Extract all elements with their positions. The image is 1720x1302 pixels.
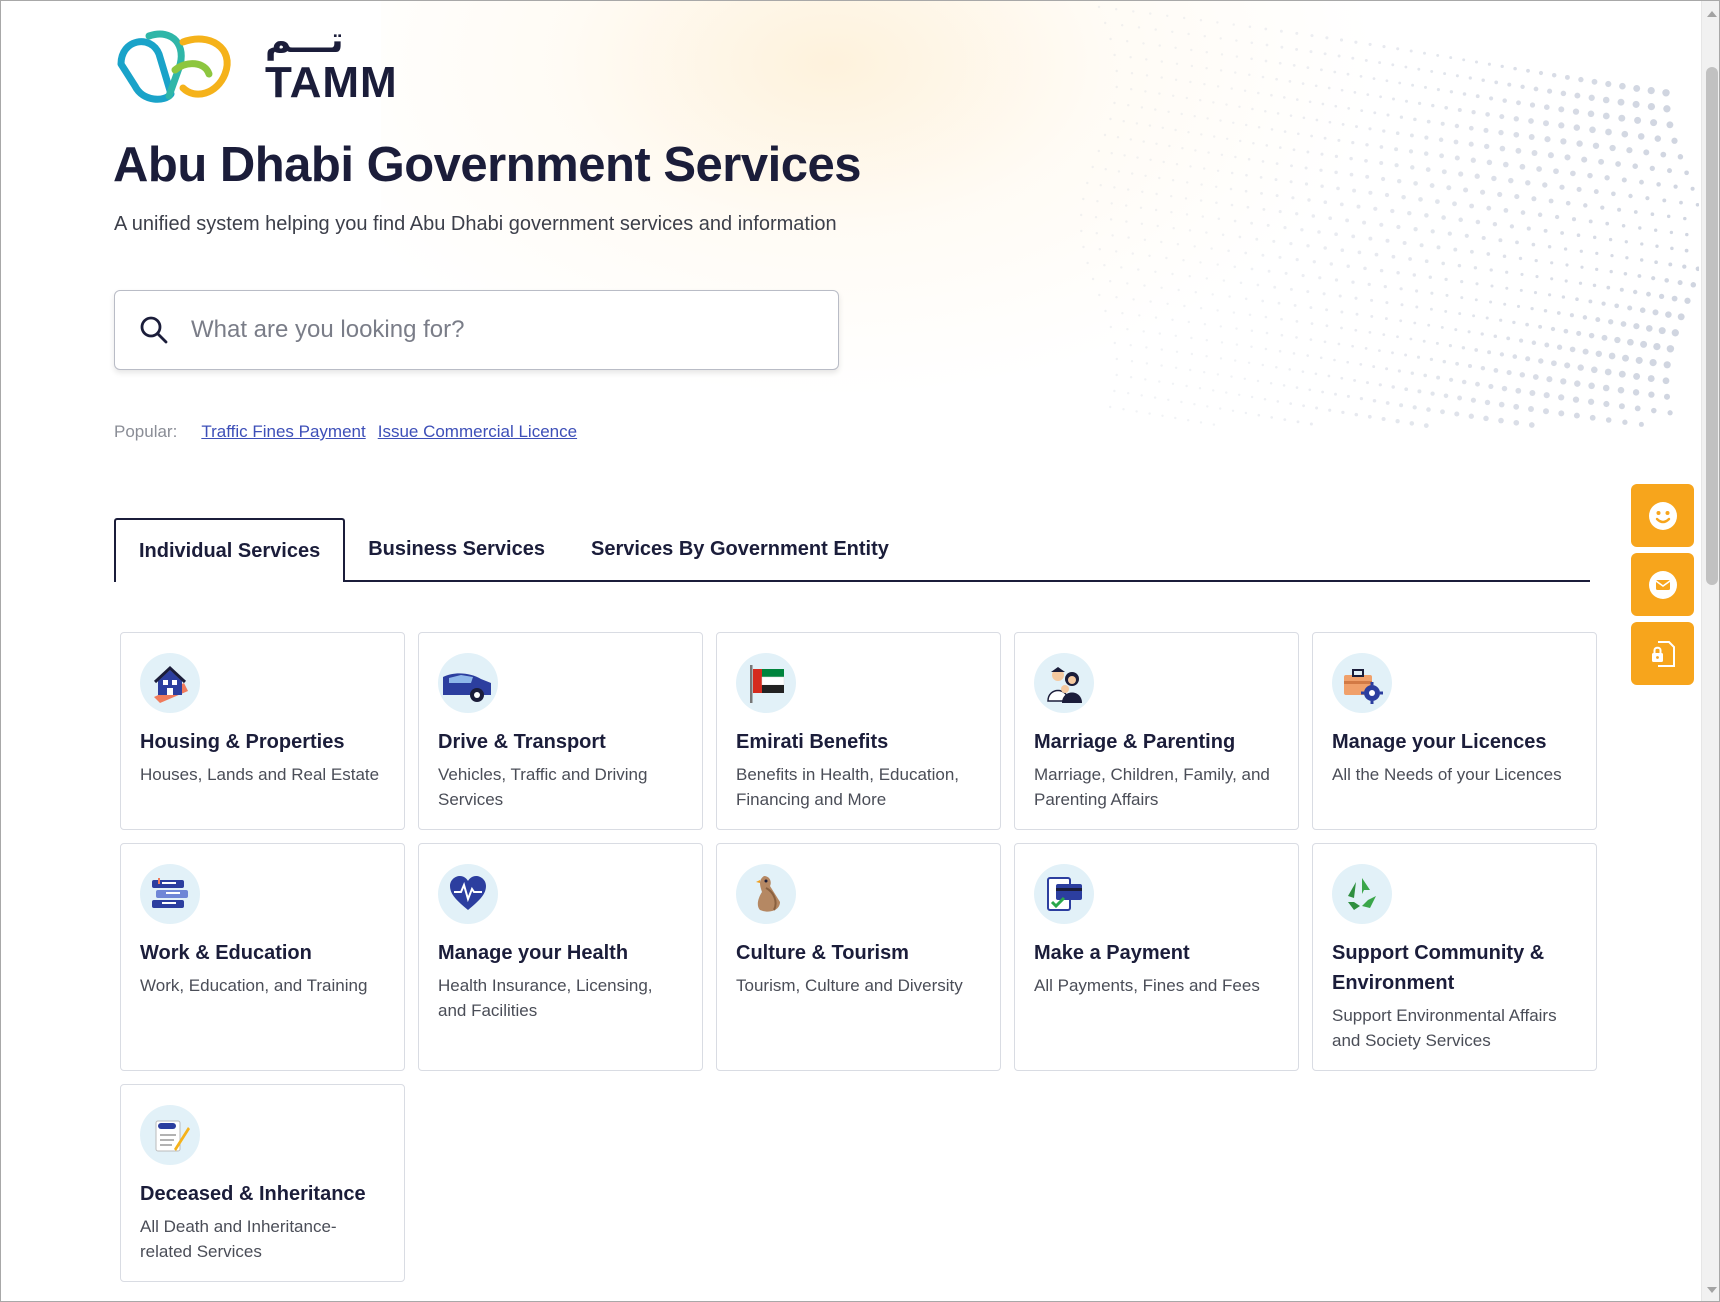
tamm-logo-mark-icon <box>117 30 231 103</box>
scrollbar-thumb[interactable] <box>1706 67 1718 585</box>
page-scrollbar[interactable] <box>1701 1 1719 1301</box>
card-title: Drive & Transport <box>438 731 606 753</box>
tamm-wordmark-arabic: تـــم <box>265 20 344 61</box>
card-marriage-parenting[interactable]: Marriage & Parenting Marriage, Children,… <box>1014 632 1299 830</box>
card-make-payment[interactable]: Make a Payment All Payments, Fines and F… <box>1014 843 1299 1071</box>
card-title: Deceased & Inheritance <box>140 1183 366 1205</box>
tamm-wordmark: تـــم TAMM <box>265 23 398 105</box>
card-description: Vehicles, Traffic and Driving Services <box>438 765 648 809</box>
family-icon <box>1034 653 1094 713</box>
tamm-wordmark-english: TAMM <box>265 58 398 107</box>
uae-flag-icon <box>736 653 796 713</box>
card-title: Emirati Benefits <box>736 731 889 753</box>
card-manage-health[interactable]: Manage your Health Health Insurance, Lic… <box>418 843 703 1071</box>
card-community-environment[interactable]: Support Community & Environment Support … <box>1312 843 1597 1071</box>
tab-business-services[interactable]: Business Services <box>345 518 568 580</box>
card-title: Culture & Tourism <box>736 942 909 964</box>
card-description: Houses, Lands and Real Estate <box>140 765 380 784</box>
card-title: Manage your Licences <box>1332 731 1547 753</box>
mail-icon <box>1648 570 1677 599</box>
card-description: Work, Education, and Training <box>140 976 368 995</box>
floating-action-buttons <box>1631 484 1694 685</box>
briefcase-gear-icon <box>1332 653 1392 713</box>
card-deceased-inheritance[interactable]: Deceased & Inheritance All Death and Inh… <box>120 1084 405 1282</box>
card-culture-tourism[interactable]: Culture & Tourism Tourism, Culture and D… <box>716 843 1001 1071</box>
contact-button[interactable] <box>1631 553 1694 616</box>
dot-pattern-decoration <box>1080 5 1699 428</box>
payment-card-icon <box>1034 864 1094 924</box>
tab-individual-services[interactable]: Individual Services <box>114 518 346 582</box>
books-icon <box>140 864 200 924</box>
search-input[interactable] <box>191 316 791 344</box>
popular-link-traffic-fines[interactable]: Traffic Fines Payment <box>201 422 365 442</box>
card-description: Health Insurance, Licensing, and Facilit… <box>438 976 653 1020</box>
falcon-icon <box>736 864 796 924</box>
tab-services-by-government-entity[interactable]: Services By Government Entity <box>568 518 912 580</box>
card-title: Work & Education <box>140 942 312 964</box>
scroll-up-arrow-icon[interactable] <box>1707 11 1717 17</box>
tamm-logo[interactable]: تـــم TAMM <box>113 23 398 105</box>
page-title: Abu Dhabi Government Services <box>113 138 861 192</box>
popular-label: Popular: <box>114 422 178 441</box>
card-description: Benefits in Health, Education, Financing… <box>736 765 960 809</box>
card-description: All Death and Inheritance-related Servic… <box>140 1217 337 1261</box>
page-subtitle: A unified system helping you find Abu Dh… <box>114 213 837 235</box>
recycle-icon <box>1332 864 1392 924</box>
card-title: Manage your Health <box>438 942 629 964</box>
popular-link-commercial-licence[interactable]: Issue Commercial Licence <box>378 422 577 442</box>
card-title: Housing & Properties <box>140 731 345 753</box>
service-tabs: Individual Services Business Services Se… <box>114 518 1590 582</box>
card-work-education[interactable]: Work & Education Work, Education, and Tr… <box>120 843 405 1071</box>
card-title: Support Community & Environment <box>1332 942 1545 994</box>
card-description: Support Environmental Affairs and Societ… <box>1332 1006 1557 1050</box>
card-description: All the Needs of your Licences <box>1332 765 1562 784</box>
page-frame: تـــم TAMM Abu Dhabi Government Services… <box>0 0 1720 1302</box>
scroll-down-arrow-icon[interactable] <box>1707 1287 1717 1293</box>
heart-pulse-icon <box>438 864 498 924</box>
card-description: Tourism, Culture and Diversity <box>736 976 963 995</box>
locked-document-icon <box>1651 640 1675 667</box>
smiley-icon <box>1648 501 1677 530</box>
house-icon <box>140 653 200 713</box>
card-description: Marriage, Children, Family, and Parentin… <box>1034 765 1270 809</box>
feedback-button[interactable] <box>1631 484 1694 547</box>
search-icon <box>140 316 168 344</box>
search-box[interactable] <box>114 290 839 370</box>
card-manage-licences[interactable]: Manage your Licences All the Needs of yo… <box>1312 632 1597 830</box>
popular-links: Popular: Traffic Fines Payment Issue Com… <box>114 422 577 442</box>
secure-documents-button[interactable] <box>1631 622 1694 685</box>
card-description: All Payments, Fines and Fees <box>1034 976 1260 995</box>
document-pen-icon <box>140 1105 200 1165</box>
card-emirati-benefits[interactable]: Emirati Benefits Benefits in Health, Edu… <box>716 632 1001 830</box>
card-drive-transport[interactable]: Drive & Transport Vehicles, Traffic and … <box>418 632 703 830</box>
card-housing-properties[interactable]: Housing & Properties Houses, Lands and R… <box>120 632 405 830</box>
card-title: Marriage & Parenting <box>1034 731 1236 753</box>
car-icon <box>438 653 498 713</box>
card-title: Make a Payment <box>1034 942 1190 964</box>
